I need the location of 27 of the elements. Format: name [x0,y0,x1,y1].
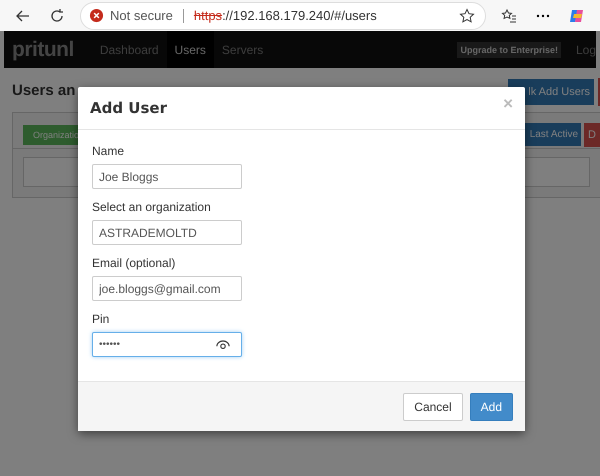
delete-button[interactable]: D [584,122,600,146]
back-icon[interactable] [15,8,31,24]
page-title: Users an [12,82,76,98]
upgrade-button[interactable]: Upgrade to Enterprise! [457,42,561,58]
input-field[interactable]: ASTRADEMOLTD [92,220,242,245]
error-icon [89,8,104,23]
copilot-icon[interactable] [569,8,585,24]
field-label: Email (optional) [92,256,176,270]
cancel-button[interactable]: Cancel [403,392,463,420]
brand-logo[interactable]: pritunl [4,38,92,62]
security-label: Not secure [110,8,173,23]
add-button[interactable]: Add [470,392,513,420]
eye-icon[interactable] [216,339,230,350]
url-text: https://192.168.179.240/#/users [194,8,378,23]
pin-field[interactable]: •••••• [92,332,242,357]
address-bar[interactable]: Not secure https://192.168.179.240/#/users [80,2,486,30]
field-label: Select an organization [92,200,212,214]
input-field[interactable]: Joe Bloggs [92,164,242,189]
field-label: Name [92,144,126,158]
nav-tab[interactable]: Users [166,31,214,68]
dialog-title: Add User [90,99,167,117]
organization-button[interactable]: Organizatio [23,124,81,144]
field-label: Pin [92,312,110,326]
favorites-icon[interactable] [501,8,517,24]
star-icon[interactable] [459,8,475,24]
input-field[interactable]: joe.bloggs@gmail.com [92,276,242,301]
reload-icon[interactable] [49,8,65,24]
